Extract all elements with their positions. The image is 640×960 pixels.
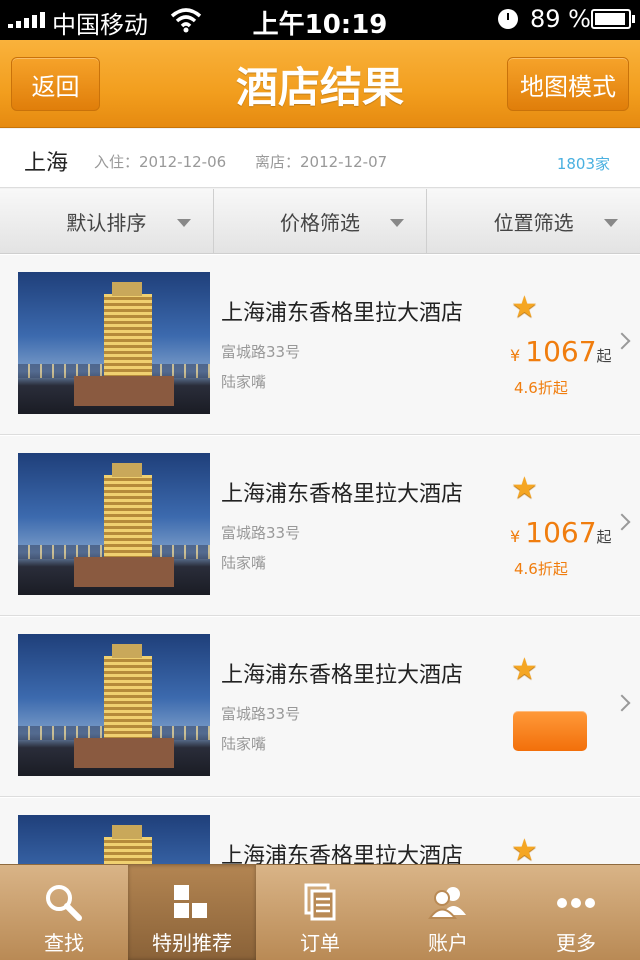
price-value: 1067 [525,516,597,549]
tab-search[interactable]: 查找 [0,865,128,960]
star-icon: ★ [511,833,538,865]
status-bar: 中国移动 上午10:19 89 % [0,0,640,40]
hotel-price: ¥ 1067起 [510,335,612,368]
chevron-right-icon [613,332,631,350]
star-icon: ★ [511,290,538,325]
hotel-photo [18,634,210,776]
filter-label: 默认排序 [66,210,147,235]
discount-label: 4.6折起 [514,560,568,578]
hotel-address: 富城路33号 [221,343,301,361]
price-suffix: 起 [596,347,612,365]
hotel-list-item[interactable]: 上海浦东香格里拉大酒店 富城路33号 陆家嘴 ★ ¥ 1067起 4.6折起 [0,435,640,616]
currency-symbol: ¥ [510,346,521,365]
star-icon: ★ [511,652,538,687]
tab-label: 特别推荐 [152,931,232,955]
hotel-list-item[interactable]: 上海浦东香格里拉大酒店 富城路33号 陆家嘴 ★ ¥ 1067起 4.6折起 [0,254,640,435]
hotel-photo [18,453,210,595]
price-suffix: 起 [596,528,612,546]
result-count: 1803家 [556,155,610,173]
grid-icon [174,885,207,918]
hotel-photo [18,815,210,864]
hotel-area: 陆家嘴 [221,554,267,572]
currency-symbol: ¥ [510,527,521,546]
user-icon [428,887,466,919]
tab-more[interactable]: 更多 [512,865,640,960]
navigation-bar: 返回 酒店结果 地图模式 [0,40,640,128]
dropdown-arrow-icon [390,219,405,227]
hotel-name: 上海浦东香格里拉大酒店 [221,482,464,507]
alarm-clock-icon [498,9,518,29]
document-icon [304,883,336,921]
hotel-address: 富城路33号 [221,524,301,542]
dropdown-arrow-icon [604,219,619,227]
price-filter[interactable]: 价格筛选 [214,189,428,253]
filter-label: 价格筛选 [280,210,360,235]
search-icon [46,885,82,921]
chevron-right-icon [613,513,631,531]
filter-bar: 默认排序 价格筛选 位置筛选 [0,189,640,254]
city-label: 上海 [24,151,69,176]
star-icon: ★ [511,471,538,506]
filter-label: 位置筛选 [493,210,574,235]
tab-orders[interactable]: 订单 [256,865,384,960]
sort-filter[interactable]: 默认排序 [0,189,214,253]
checkin-date: 入住：2012-12-06 [94,153,227,171]
map-mode-button[interactable]: 地图模式 [507,57,629,111]
battery-percent: 89 % [530,5,591,33]
hotel-name: 上海浦东香格里拉大酒店 [221,663,464,688]
search-info-row: 上海 入住：2012-12-06 离店：2012-12-07 1803家 [0,129,640,188]
discount-label: 4.6折起 [514,379,568,397]
hotel-list-item[interactable]: 上海浦东香格里拉大酒店 ★ [0,797,640,864]
checkout-date: 离店：2012-12-07 [255,153,388,171]
tab-label: 查找 [44,931,84,955]
chevron-right-icon [613,694,631,712]
tab-recommended[interactable]: 特别推荐 [128,865,256,960]
dropdown-arrow-icon [176,219,191,227]
hotel-photo [18,272,210,414]
tab-label: 账户 [428,931,468,955]
price-value: 1067 [525,335,597,368]
hotel-address: 富城路33号 [221,705,301,723]
hotel-name: 上海浦东香格里拉大酒店 [221,844,464,864]
hotel-area: 陆家嘴 [221,735,267,753]
hotel-list-item[interactable]: 上海浦东香格里拉大酒店 富城路33号 陆家嘴 ★ [0,616,640,797]
hotel-area: 陆家嘴 [221,373,267,391]
hotel-list: 上海浦东香格里拉大酒店 富城路33号 陆家嘴 ★ ¥ 1067起 4.6折起 上… [0,254,640,864]
hotel-name: 上海浦东香格里拉大酒店 [221,301,464,326]
hotel-price: ¥ 1067起 [510,516,612,549]
location-filter[interactable]: 位置筛选 [427,189,640,253]
battery-icon [591,9,635,29]
tab-label: 订单 [300,931,340,955]
tab-bar: 查找 特别推荐 订单 账户 更多 [0,864,640,960]
tab-label: 更多 [556,931,596,955]
book-button[interactable] [513,711,587,751]
tab-account[interactable]: 账户 [384,865,512,960]
more-icon [557,898,595,908]
